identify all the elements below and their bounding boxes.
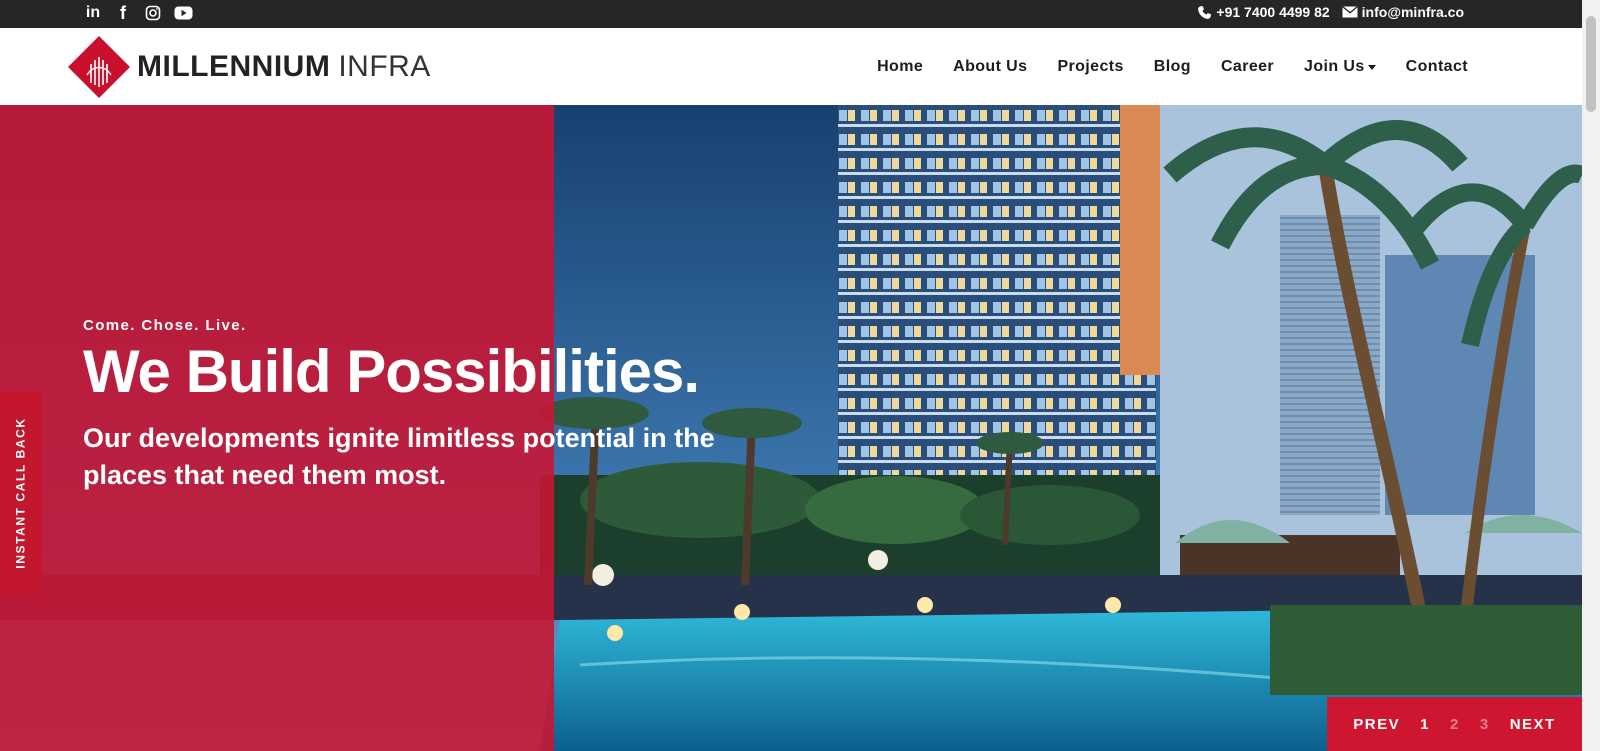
instant-call-back-tab[interactable]: INSTANT CALL BACK	[0, 391, 42, 595]
nav-about-us[interactable]: About Us	[953, 58, 1027, 76]
nav-blog-label: Blog	[1153, 58, 1191, 75]
linkedin-glyph: in	[85, 4, 101, 21]
logo-mark-icon	[68, 36, 130, 98]
hero-tagline: Come. Chose. Live.	[83, 317, 247, 334]
page-2-button[interactable]: 2	[1450, 716, 1460, 733]
hero-subline: Our developments ignite limitless potent…	[83, 423, 715, 490]
phone-number: +91 7400 4499 82	[1216, 4, 1330, 20]
logo-wordmark: MILLENNIUM INFRA	[137, 50, 431, 84]
logo-text-bold: MILLENNIUM	[137, 50, 331, 83]
nav-about-us-label: About Us	[953, 58, 1028, 75]
nav-join-us[interactable]: Join Us	[1304, 58, 1376, 76]
facebook-icon[interactable]: f	[113, 3, 133, 23]
site-logo[interactable]: MILLENNIUM INFRA	[67, 35, 431, 99]
nav-contact-label: Contact	[1405, 58, 1468, 75]
nav-blog[interactable]: Blog	[1154, 58, 1191, 76]
next-button[interactable]: NEXT	[1510, 716, 1556, 733]
nav-home[interactable]: Home	[877, 58, 923, 76]
site-header: MILLENNIUM INFRA Home About Us Projects B…	[0, 28, 1582, 105]
page-scrollbar[interactable]	[1582, 0, 1600, 751]
email-link[interactable]: info@minfra.co	[1342, 4, 1464, 20]
linkedin-icon[interactable]: in	[83, 3, 103, 23]
phone-icon	[1198, 5, 1212, 19]
social-links: in f	[83, 3, 193, 23]
nav-home-label: Home	[877, 58, 924, 75]
chevron-down-icon	[1367, 64, 1376, 70]
instagram-icon[interactable]	[143, 3, 163, 23]
page-3-button[interactable]: 3	[1480, 716, 1490, 733]
logo-text-light: INFRA	[338, 50, 431, 83]
scrollbar-thumb[interactable]	[1586, 16, 1596, 112]
page-1-button[interactable]: 1	[1420, 716, 1430, 733]
hero-headline: We Build Possibilities.	[83, 338, 700, 405]
nav-contact[interactable]: Contact	[1406, 58, 1468, 76]
phone-link[interactable]: +91 7400 4499 82	[1197, 4, 1330, 20]
contact-info: +91 7400 4499 82 info@minfra.co	[1197, 4, 1464, 20]
nav-projects-label: Projects	[1057, 58, 1124, 75]
prev-button[interactable]: PREV	[1353, 716, 1400, 733]
nav-career-label: Career	[1220, 58, 1275, 75]
email-address: info@minfra.co	[1361, 4, 1464, 20]
hero-slider: Come. Chose. Live. We Build Possibilitie…	[0, 105, 1582, 751]
instant-call-back-label: INSTANT CALL BACK	[14, 417, 29, 569]
nav-projects[interactable]: Projects	[1057, 58, 1123, 76]
main-nav: Home About Us Projects Blog Career Join …	[877, 58, 1468, 76]
nav-career[interactable]: Career	[1221, 58, 1274, 76]
instagram-glyph	[145, 5, 161, 21]
nav-join-us-label: Join Us	[1304, 58, 1365, 75]
facebook-glyph: f	[120, 2, 126, 23]
top-bar: in f +91 7400 4499 82 info@minfra.co	[0, 0, 1582, 28]
youtube-glyph	[174, 6, 192, 20]
mail-icon	[1342, 6, 1358, 18]
slider-pager: PREV 1 2 3 NEXT	[1327, 697, 1582, 751]
youtube-icon[interactable]	[173, 3, 193, 23]
